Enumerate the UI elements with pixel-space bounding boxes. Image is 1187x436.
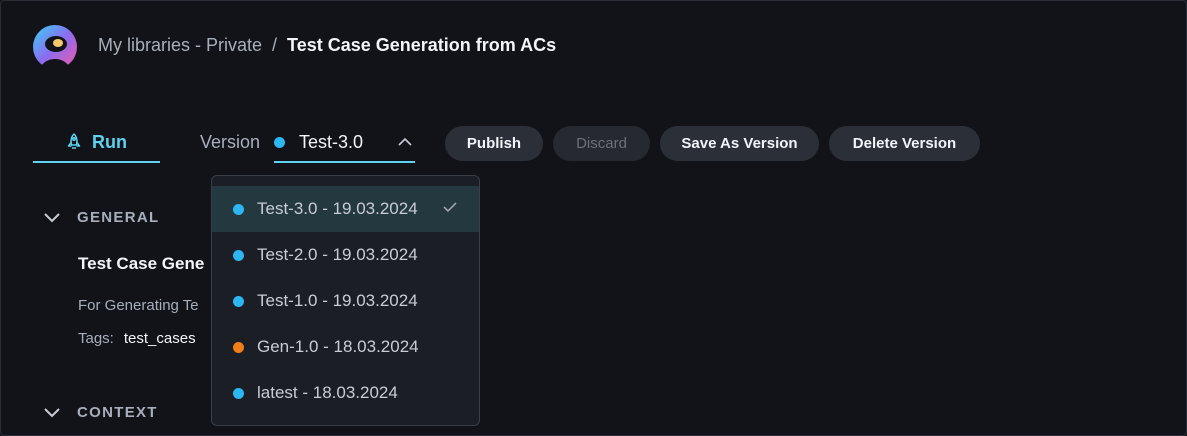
version-status-dot <box>233 341 244 353</box>
version-option[interactable]: Gen-1.0 - 18.03.2024 <box>212 324 479 370</box>
version-option-label: Test-3.0 - 19.03.2024 <box>257 199 418 218</box>
tab-run[interactable]: Run <box>33 123 160 163</box>
breadcrumb-current: Test Case Generation from ACs <box>287 35 557 55</box>
version-option[interactable]: Test-3.0 - 19.03.2024 <box>212 186 479 232</box>
app-logo[interactable] <box>31 25 79 71</box>
version-option-label: Test-2.0 - 19.03.2024 <box>257 245 418 264</box>
tag-chip[interactable]: test_cases <box>124 330 196 347</box>
version-select-value: Test-3.0 <box>299 131 364 152</box>
section-general-toggle[interactable]: GENERAL <box>43 209 159 226</box>
version-option-label: Gen-1.0 - 18.03.2024 <box>257 337 419 356</box>
version-status-dot <box>233 249 244 261</box>
version-status-dot <box>233 387 244 399</box>
check-icon <box>443 202 457 213</box>
section-general-heading: GENERAL <box>77 209 160 226</box>
tags-row: Tags: test_cases <box>78 330 196 347</box>
section-context-toggle[interactable]: CONTEXT <box>43 404 158 421</box>
app-window: My libraries - Private / Test Case Gener… <box>0 0 1187 436</box>
version-label: Version <box>200 132 261 152</box>
chevron-down-icon <box>44 407 60 417</box>
version-status-dot <box>233 203 244 215</box>
tags-label: Tags: <box>78 330 114 347</box>
save-as-version-button[interactable]: Save As Version <box>660 126 819 161</box>
prompt-title: Test Case Gene <box>78 254 205 273</box>
version-option-label: Test-1.0 - 19.03.2024 <box>257 291 418 310</box>
rocket-icon <box>67 133 81 149</box>
breadcrumb: My libraries - Private / Test Case Gener… <box>98 35 556 56</box>
version-status-dot <box>274 136 285 148</box>
version-dropdown-menu: Test-3.0 - 19.03.2024 Test-2.0 - 19.03.2… <box>211 175 480 426</box>
chevron-up-icon[interactable] <box>397 135 413 149</box>
version-option[interactable]: Test-1.0 - 19.03.2024 <box>212 278 479 324</box>
discard-button[interactable]: Discard <box>553 126 650 161</box>
version-select[interactable]: Test-3.0 <box>274 123 415 163</box>
version-status-dot <box>233 295 244 307</box>
prompt-description: For Generating Te <box>78 297 199 314</box>
breadcrumb-separator: / <box>272 35 278 55</box>
breadcrumb-library-link[interactable]: My libraries - Private <box>98 35 262 56</box>
version-option[interactable]: latest - 18.03.2024 <box>212 370 479 416</box>
delete-version-button[interactable]: Delete Version <box>829 126 980 161</box>
version-option[interactable]: Test-2.0 - 19.03.2024 <box>212 232 479 278</box>
section-context-heading: CONTEXT <box>77 404 158 421</box>
version-option-label: latest - 18.03.2024 <box>257 383 398 402</box>
tab-run-label: Run <box>92 131 127 152</box>
publish-button[interactable]: Publish <box>445 126 543 161</box>
chevron-down-icon <box>44 212 60 222</box>
